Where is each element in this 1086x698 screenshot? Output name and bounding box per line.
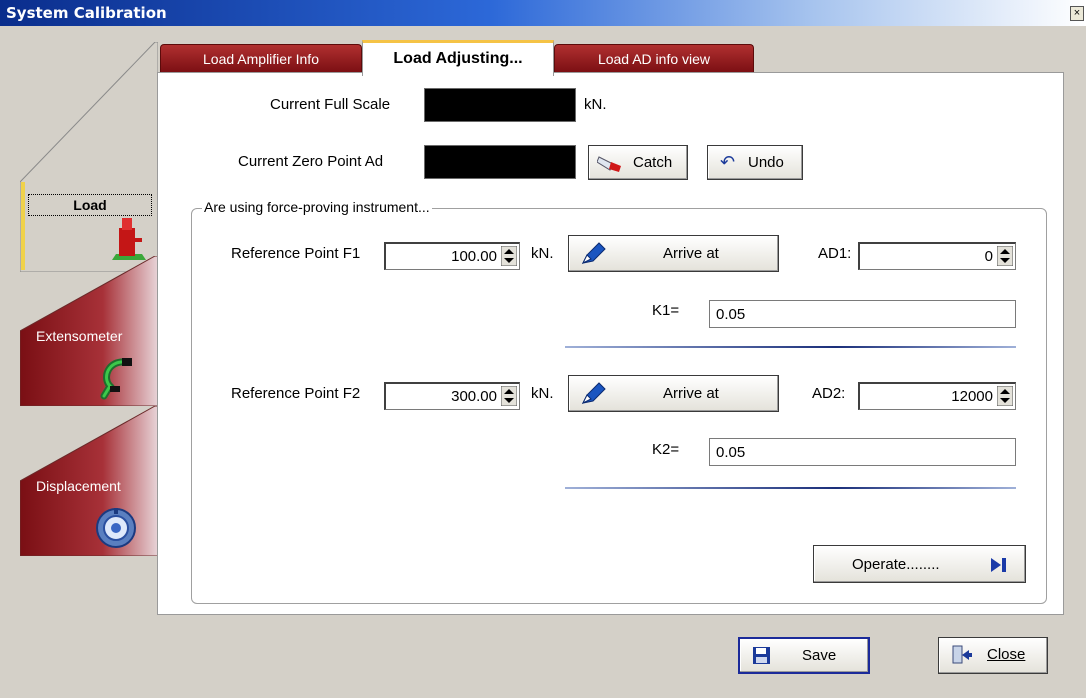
reference-point-f1-value: 100.00 [451, 248, 497, 265]
full-scale-label: Current Full Scale [270, 96, 391, 113]
close-button-label: Close [987, 646, 1026, 663]
window-title: System Calibration [6, 4, 167, 22]
full-scale-unit: kN. [584, 96, 607, 113]
spinner-arrows-icon[interactable] [997, 246, 1013, 266]
ad1-label: AD1: [818, 245, 852, 262]
title-bar: System Calibration × [0, 0, 1086, 26]
arrive-at-f1-button[interactable]: Arrive at [568, 235, 779, 272]
arrive-at-f2-label: Arrive at [663, 385, 719, 402]
reference-point-f2-value: 300.00 [451, 388, 497, 405]
arrive-at-f1-label: Arrive at [663, 245, 719, 262]
save-button[interactable]: Save [738, 637, 870, 674]
side-tab-displacement-label: Displacement [36, 478, 121, 494]
side-tab-extensometer-label: Extensometer [36, 328, 123, 344]
play-next-icon [991, 558, 1006, 572]
side-tab-load-label: Load [28, 194, 152, 216]
ad2-label: AD2: [812, 385, 846, 402]
k1-value: 0.05 [716, 306, 746, 323]
reference-point-f1-spinner[interactable]: 100.00 [384, 242, 520, 270]
ad1-spinner[interactable]: 0 [858, 242, 1016, 270]
full-scale-value [424, 88, 576, 122]
reference-point-f1-unit: kN. [531, 245, 554, 262]
undo-button-label: Undo [748, 154, 784, 171]
catch-button-label: Catch [633, 154, 673, 171]
side-tab-displacement[interactable]: Displacement [20, 406, 158, 556]
undo-button[interactable]: ↶ Undo [707, 145, 803, 180]
window-close-button[interactable]: × [1070, 6, 1084, 21]
spinner-arrows-icon[interactable] [997, 386, 1013, 406]
side-tab-extensometer[interactable]: Extensometer [20, 256, 158, 406]
spinner-arrows-icon[interactable] [501, 386, 517, 406]
extensometer-icon [100, 358, 132, 400]
tab-load-adjusting[interactable]: Load Adjusting... [362, 40, 554, 76]
side-tab-strip: Load Extensometer Displacement [0, 26, 158, 616]
ad2-value: 12000 [951, 388, 993, 405]
pen-icon [581, 242, 606, 265]
reference-point-f1-label: Reference Point F1 [231, 245, 361, 262]
ad1-value: 0 [984, 248, 993, 265]
reference-point-f2-unit: kN. [531, 385, 554, 402]
pen-icon [581, 382, 606, 405]
ad2-spinner[interactable]: 12000 [858, 382, 1016, 410]
zero-point-value [424, 145, 576, 179]
k2-label: K2= [652, 441, 680, 458]
exit-door-icon [952, 645, 972, 664]
catch-button[interactable]: Catch [588, 145, 688, 180]
arrive-at-f2-button[interactable]: Arrive at [568, 375, 779, 412]
k2-field[interactable]: 0.05 [709, 438, 1016, 466]
k2-value: 0.05 [716, 444, 746, 461]
catch-flashlight-icon [597, 156, 621, 172]
tab-load-ad-info-view[interactable]: Load AD info view [554, 44, 754, 73]
close-button[interactable]: Close [938, 637, 1048, 674]
save-button-label: Save [802, 647, 837, 664]
k1-field[interactable]: 0.05 [709, 300, 1016, 328]
k1-label: K1= [652, 302, 680, 319]
spinner-arrows-icon[interactable] [501, 246, 517, 266]
operate-button[interactable]: Operate........ [813, 545, 1026, 583]
reference-point-f2-label: Reference Point F2 [231, 385, 361, 402]
zero-point-label: Current Zero Point Ad [238, 153, 384, 170]
reference-point-f2-spinner[interactable]: 300.00 [384, 382, 520, 410]
side-tab-load[interactable]: Load [20, 42, 158, 272]
operate-button-label: Operate........ [852, 556, 940, 573]
floppy-disk-icon [753, 647, 770, 664]
tab-load-amplifier-info[interactable]: Load Amplifier Info [160, 44, 362, 73]
separator-line [565, 346, 1016, 348]
force-proving-group-caption: Are using force-proving instrument... [202, 199, 432, 215]
displacement-gauge-icon [96, 508, 136, 548]
undo-icon: ↶ [720, 152, 736, 173]
separator-line [565, 487, 1016, 489]
